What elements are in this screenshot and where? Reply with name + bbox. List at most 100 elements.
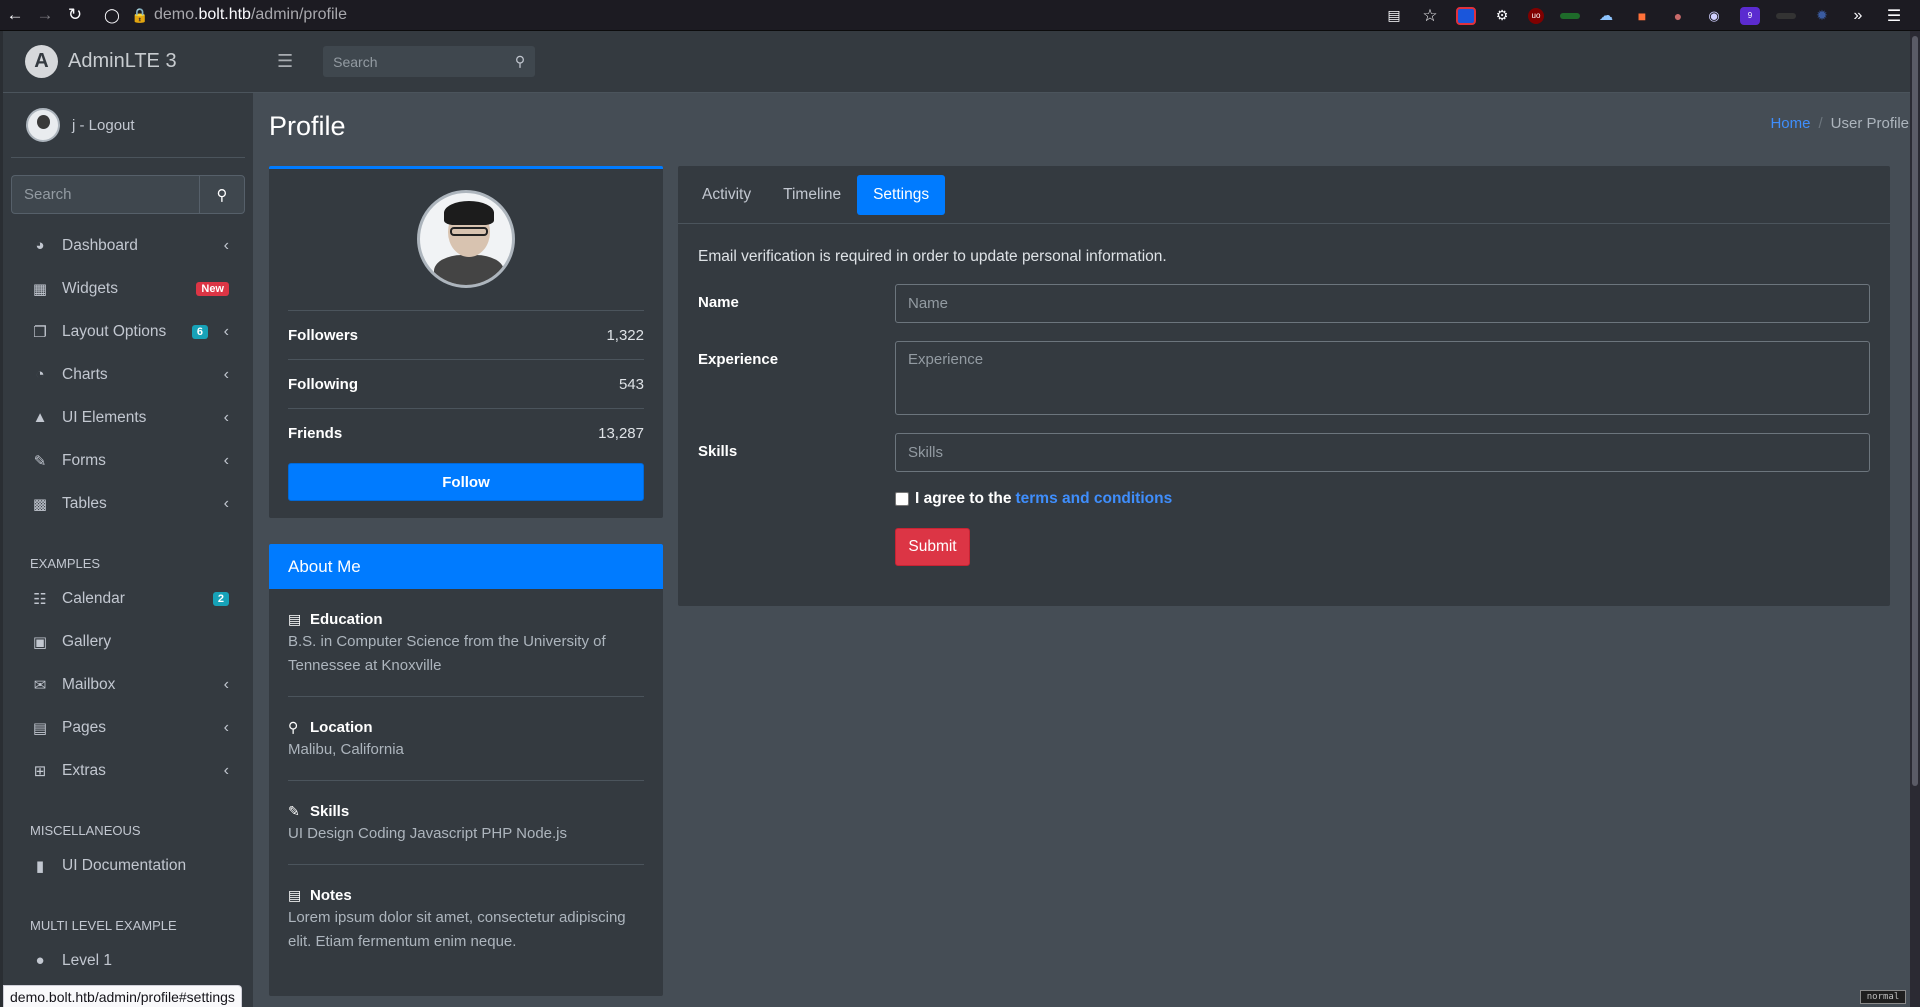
sidebar-item-charts[interactable]: ◔ Charts ‹	[3, 353, 253, 396]
ublock-icon[interactable]: uo	[1528, 7, 1544, 24]
tree-icon: ▲	[32, 409, 48, 426]
name-field[interactable]: Name	[895, 284, 1870, 323]
name-row: Name Name	[698, 284, 1870, 323]
sidebar-item-dashboard[interactable]: ◕ Dashboard ‹	[3, 224, 253, 267]
sidebar-item-pages[interactable]: ▤ Pages ‹	[3, 706, 253, 749]
search-icon[interactable]: ⚲	[199, 175, 245, 214]
follow-button[interactable]: Follow	[288, 463, 644, 501]
experience-textarea[interactable]: Experience	[895, 341, 1870, 415]
sidebar-item-widgets[interactable]: ▦ Widgets New	[3, 267, 253, 310]
sidebar-item-ui-elements[interactable]: ▲ UI Elements ‹	[3, 396, 253, 439]
brand-link[interactable]: A AdminLTE 3	[3, 31, 253, 93]
file-text-icon: ▤	[288, 887, 302, 903]
extension-fox-icon[interactable]: ■	[1632, 7, 1652, 25]
user-panel: j - Logout	[11, 93, 245, 158]
forward-icon[interactable]: →	[30, 0, 60, 31]
sidebar-search-input[interactable]: Search	[11, 175, 199, 214]
breadcrumb-separator: /	[1818, 115, 1823, 132]
hamburger-menu-icon[interactable]: ☰	[1884, 7, 1904, 25]
tab-settings[interactable]: Settings	[857, 174, 946, 215]
mode-indicator: normal	[1860, 990, 1906, 1004]
submit-button[interactable]: Submit	[895, 528, 970, 566]
extensions-area: ▤ ☆ ⚙ uo ☁ ■ ● ◉ 9 ✹ » ☰	[1376, 0, 1920, 31]
bookmark-star-icon[interactable]: ☆	[1420, 6, 1440, 25]
reader-view-icon[interactable]: ▤	[1384, 7, 1404, 25]
extension-red-icon[interactable]	[1456, 6, 1476, 25]
sidebar-item-calendar[interactable]: ☷ Calendar 2	[3, 577, 253, 620]
lock-icon[interactable]: 🔒	[126, 7, 154, 24]
sidebar-item-level-1[interactable]: ● Level 1	[3, 939, 253, 982]
file-icon: ▮	[35, 857, 45, 875]
url-text[interactable]: demo.bolt.htb/admin/profile	[154, 6, 347, 24]
extension-spy-icon[interactable]: ◉	[1704, 7, 1724, 25]
profile-card: Followers 1,322 Following 543 Friends 13…	[269, 166, 663, 518]
extension-cloud-icon[interactable]: ☁	[1596, 7, 1616, 25]
sidebar-item-mailbox[interactable]: ✉ Mailbox ‹	[3, 663, 253, 706]
tachometer-icon: ◕	[35, 237, 45, 254]
reload-icon[interactable]: ↻	[60, 0, 90, 31]
stat-following: Following 543	[288, 359, 644, 408]
shield-icon[interactable]: ◯	[98, 7, 126, 24]
navbar-search-input[interactable]: Search ⚲	[323, 46, 536, 77]
circle-icon: ●	[35, 952, 45, 969]
tab-timeline[interactable]: Timeline	[767, 175, 857, 215]
page-title: Profile	[269, 111, 346, 141]
section-text: UI Design Coding Javascript PHP Node.js	[288, 825, 568, 842]
skills-row: Skills Skills	[698, 433, 1870, 472]
name-placeholder: Name	[908, 295, 949, 312]
new-badge: New	[196, 281, 229, 296]
sidebar-item-ui-documentation[interactable]: ▮ UI Documentation	[3, 844, 253, 887]
sidebar-item-layout-options[interactable]: ❐ Layout Options 6 ‹	[3, 310, 253, 353]
url-bar[interactable]: ◯ 🔒 demo.bolt.htb/admin/profile	[98, 6, 347, 24]
page-scrollbar[interactable]	[1910, 31, 1920, 1007]
map-marker-icon: ⚲	[288, 719, 299, 735]
breadcrumb: Home / User Profile	[1770, 115, 1909, 132]
search-icon[interactable]: ⚲	[515, 53, 525, 70]
nav-header-examples: EXAMPLES	[30, 556, 101, 571]
stat-followers: Followers 1,322	[288, 310, 644, 359]
back-icon[interactable]: ←	[0, 0, 30, 31]
sidebar-search-placeholder: Search	[24, 186, 72, 203]
stat-value[interactable]: 1,322	[606, 327, 644, 344]
extension-green-icon[interactable]	[1560, 12, 1580, 19]
skills-field[interactable]: Skills	[895, 433, 1870, 472]
section-title: Skills	[310, 803, 350, 820]
logout-link[interactable]: j - Logout	[72, 117, 135, 134]
count-badge: 6	[191, 324, 208, 339]
sidebar-item-label: Mailbox	[62, 675, 116, 693]
extension-purple-icon[interactable]: 9	[1740, 6, 1760, 25]
sidebar-item-tables[interactable]: ▩ Tables ‹	[3, 482, 253, 525]
menu-toggle-icon[interactable]: ☰	[277, 51, 293, 72]
breadcrumb-home-link[interactable]: Home	[1770, 115, 1810, 132]
stat-friends: Friends 13,287	[288, 408, 644, 457]
stat-value[interactable]: 543	[619, 376, 644, 393]
section-text: Lorem ipsum dolor sit amet, consectetur …	[288, 909, 626, 950]
sidebar-item-label: Level 1	[62, 951, 112, 969]
sidebar-item-label: Widgets	[62, 279, 118, 297]
extension-gear-icon[interactable]: ⚙	[1492, 7, 1512, 25]
calendar-icon: ☷	[33, 590, 47, 608]
terms-agreement: I agree to the terms and conditions	[895, 490, 1870, 508]
adminlte-logo-icon: A	[25, 45, 58, 78]
chevron-left-icon: ‹	[223, 718, 229, 736]
image-icon: ▣	[32, 633, 48, 651]
overflow-menu-icon[interactable]: »	[1848, 7, 1868, 25]
brand-text: AdminLTE 3	[68, 50, 177, 72]
nav-header-miscellaneous: MISCELLANEOUS	[30, 823, 141, 838]
url-path: /admin/profile	[250, 6, 347, 23]
tab-activity[interactable]: Activity	[686, 175, 767, 215]
terms-link[interactable]: terms and conditions	[1015, 490, 1172, 508]
extension-dark-icon[interactable]	[1776, 12, 1796, 19]
sidebar-item-label: Layout Options	[62, 322, 167, 340]
stat-value[interactable]: 13,287	[598, 425, 644, 442]
sidebar-item-forms[interactable]: ✎ Forms ‹	[3, 439, 253, 482]
sidebar-item-extras[interactable]: ⊞ Extras ‹	[3, 749, 253, 792]
extension-blue-icon[interactable]: ✹	[1812, 7, 1832, 25]
agree-text: I agree to the	[915, 490, 1012, 507]
sidebar-item-gallery[interactable]: ▣ Gallery	[3, 620, 253, 663]
extension-cookie-icon[interactable]: ●	[1668, 7, 1688, 25]
terms-checkbox[interactable]	[895, 492, 909, 506]
copy-icon: ❐	[33, 323, 47, 341]
scrollbar-thumb[interactable]	[1912, 36, 1918, 786]
sidebar-search: Search ⚲	[11, 175, 245, 214]
